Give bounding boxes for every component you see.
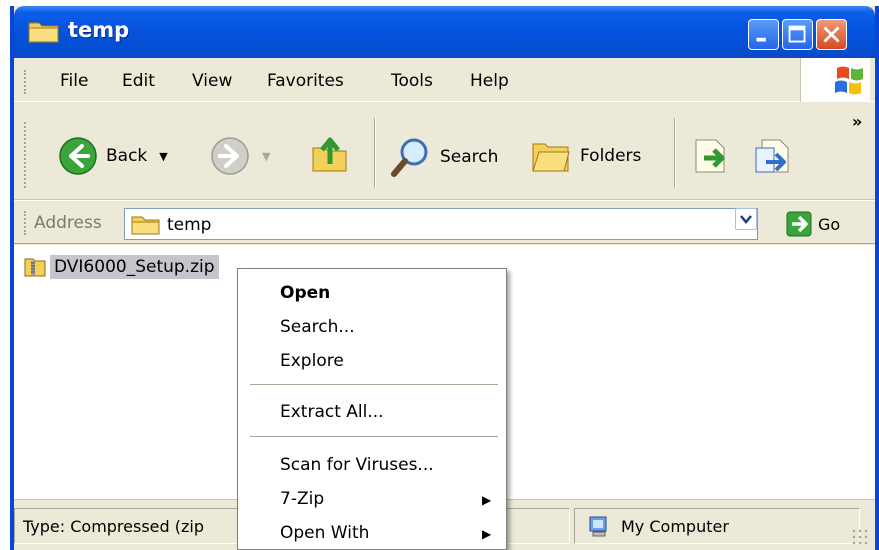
zip-folder-icon bbox=[24, 258, 46, 277]
window-title: temp bbox=[68, 18, 130, 42]
title-bar[interactable]: temp bbox=[14, 6, 875, 58]
menu-edit[interactable]: Edit bbox=[122, 71, 155, 91]
status-type-text: Type: Compressed (zip bbox=[23, 517, 204, 536]
copy-to-icon bbox=[755, 139, 789, 173]
folders-icon bbox=[532, 143, 570, 172]
go-arrow-icon bbox=[786, 211, 812, 237]
search-label: Search bbox=[440, 147, 499, 167]
ctx-open-with[interactable]: Open With bbox=[280, 523, 369, 543]
back-arrow-icon bbox=[59, 137, 97, 175]
forward-arrow-icon bbox=[211, 137, 249, 175]
minimize-icon bbox=[756, 37, 766, 42]
menu-favorites[interactable]: Favorites bbox=[267, 71, 344, 91]
ctx-extract-all[interactable]: Extract All... bbox=[280, 402, 384, 422]
search-icon bbox=[391, 138, 428, 177]
standard-toolbar: Back ▼ ▼ Search Folders » bbox=[14, 102, 875, 200]
resize-grip[interactable] bbox=[851, 528, 869, 546]
maximize-icon bbox=[788, 25, 806, 43]
menu-tools[interactable]: Tools bbox=[391, 71, 433, 91]
windows-logo bbox=[800, 58, 870, 102]
move-to-icon bbox=[695, 139, 725, 173]
go-button[interactable]: Go bbox=[786, 211, 840, 237]
file-name: DVI6000_Setup.zip bbox=[50, 255, 219, 279]
up-folder-icon bbox=[312, 137, 347, 172]
menu-help[interactable]: Help bbox=[470, 71, 509, 91]
close-button[interactable] bbox=[816, 19, 847, 50]
toolbar-separator bbox=[374, 118, 376, 188]
menu-file[interactable]: File bbox=[60, 71, 88, 91]
folders-label: Folders bbox=[580, 146, 642, 166]
address-value: temp bbox=[167, 215, 212, 235]
file-item[interactable]: DVI6000_Setup.zip bbox=[24, 255, 219, 279]
address-label: Address bbox=[34, 213, 102, 233]
ctx-separator bbox=[250, 384, 498, 385]
address-input[interactable]: temp bbox=[124, 208, 758, 240]
menubar-grip[interactable] bbox=[24, 70, 28, 94]
up-folder-button[interactable] bbox=[310, 134, 350, 176]
back-dropdown-icon[interactable]: ▼ bbox=[159, 150, 167, 163]
folder-icon bbox=[131, 214, 161, 241]
submenu-arrow-icon: ▶ bbox=[482, 493, 492, 507]
copy-to-button[interactable] bbox=[754, 136, 794, 176]
folder-icon bbox=[28, 18, 60, 49]
windows-flag-icon bbox=[835, 66, 863, 95]
ctx-search[interactable]: Search... bbox=[280, 317, 355, 337]
back-label: Back bbox=[106, 146, 148, 166]
minimize-button[interactable] bbox=[748, 19, 779, 50]
go-label: Go bbox=[818, 214, 841, 234]
maximize-button[interactable] bbox=[782, 19, 813, 50]
ctx-7zip[interactable]: 7-Zip bbox=[280, 489, 324, 509]
ctx-open[interactable]: Open bbox=[280, 283, 330, 303]
addressbar-grip[interactable] bbox=[24, 211, 28, 235]
back-button[interactable]: Back ▼ bbox=[58, 136, 168, 176]
my-computer-icon bbox=[587, 515, 611, 544]
status-pane-location: My Computer bbox=[574, 508, 860, 544]
folders-button[interactable]: Folders bbox=[530, 136, 641, 176]
chevron-down-icon bbox=[740, 215, 752, 224]
menu-view[interactable]: View bbox=[192, 71, 232, 91]
toolbar-separator bbox=[674, 118, 676, 188]
ctx-separator bbox=[250, 436, 498, 437]
ctx-scan-viruses[interactable]: Scan for Viruses... bbox=[280, 455, 434, 475]
forward-button[interactable]: ▼ bbox=[210, 136, 270, 176]
forward-dropdown-icon[interactable]: ▼ bbox=[262, 150, 270, 163]
move-to-button[interactable] bbox=[692, 136, 732, 176]
close-icon bbox=[823, 26, 840, 43]
search-button[interactable]: Search bbox=[390, 136, 498, 178]
ctx-explore[interactable]: Explore bbox=[280, 351, 344, 371]
context-menu: Open Search... Explore Extract All... Sc… bbox=[237, 268, 507, 550]
status-location-text: My Computer bbox=[621, 517, 729, 536]
toolbar-grip[interactable] bbox=[24, 122, 28, 188]
address-bar: Address temp Go bbox=[14, 200, 875, 244]
submenu-arrow-icon: ▶ bbox=[482, 527, 492, 541]
address-dropdown-button[interactable] bbox=[735, 208, 757, 230]
toolbar-overflow-chevron[interactable]: » bbox=[852, 112, 862, 131]
menu-bar: File Edit View Favorites Tools Help bbox=[14, 58, 875, 102]
